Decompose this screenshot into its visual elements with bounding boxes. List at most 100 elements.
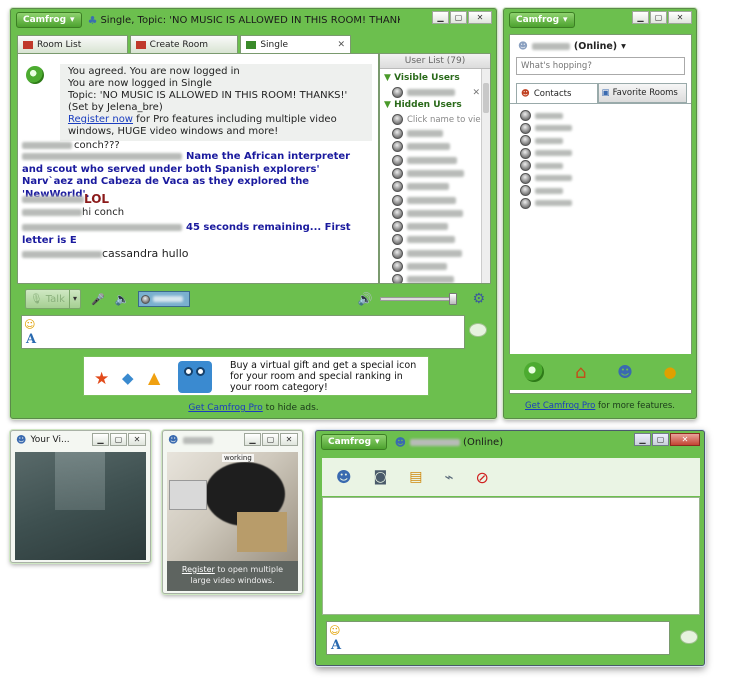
- contact-row[interactable]: [520, 110, 563, 121]
- get-camfrog-pro-link[interactable]: Get Camfrog Pro: [188, 403, 263, 413]
- contact-avatar-icon: [520, 147, 531, 159]
- minimize-button[interactable]: ▁: [92, 433, 109, 446]
- favorite-rooms-icon: ▣: [601, 88, 610, 98]
- tab-favorite-rooms[interactable]: ▣ Favorite Rooms: [597, 83, 687, 103]
- username-blurred: [22, 223, 182, 231]
- volume-slider-thumb[interactable]: [449, 293, 458, 305]
- pm-input-area: ☺ A: [326, 621, 698, 657]
- contact-row[interactable]: [520, 172, 572, 184]
- minimize-button[interactable]: ▁: [244, 433, 261, 446]
- view-webcam-icon[interactable]: ☻: [336, 468, 352, 486]
- maximize-button[interactable]: ▢: [652, 433, 669, 446]
- minimize-button[interactable]: ▁: [632, 11, 649, 24]
- video-feed-button[interactable]: [137, 291, 190, 307]
- minimize-button[interactable]: ▁: [634, 433, 651, 446]
- tab-create-room[interactable]: Create Room: [129, 35, 239, 53]
- settings-gear-icon[interactable]: ⚙: [472, 291, 485, 307]
- close-button[interactable]: ✕: [280, 433, 298, 446]
- visible-users-group[interactable]: ▼ Visible Users: [384, 73, 460, 83]
- talk-dropdown-icon[interactable]: ▾: [69, 290, 80, 308]
- video-overlay-text: working: [222, 454, 254, 462]
- close-button[interactable]: ✕: [668, 11, 692, 24]
- user-row[interactable]: [392, 221, 448, 233]
- promo-banner[interactable]: ★ ◆ ▲ Buy a virtual gift and get a speci…: [83, 356, 429, 396]
- user-row[interactable]: [392, 234, 455, 246]
- status-message-input[interactable]: [516, 57, 685, 75]
- user-row[interactable]: [392, 141, 450, 153]
- contacts-action-bar: ⌂ ☻ ●: [509, 354, 692, 390]
- emoticon-icon[interactable]: ☺: [24, 318, 35, 331]
- close-button[interactable]: ✕: [128, 433, 146, 446]
- close-button[interactable]: ✕: [468, 11, 492, 24]
- username-blurred: [407, 183, 449, 191]
- font-style-icon[interactable]: A: [26, 332, 36, 347]
- contact-card-icon[interactable]: ▤: [409, 469, 422, 485]
- camfrog-menu-button[interactable]: Camfrog ▾: [509, 12, 575, 28]
- send-bubble-icon[interactable]: [680, 630, 698, 644]
- camera-icon[interactable]: ◙: [374, 469, 388, 485]
- register-link[interactable]: Register: [182, 565, 215, 574]
- user-avatar-icon: [392, 128, 403, 139]
- user-row[interactable]: [392, 194, 456, 206]
- user-row[interactable]: [392, 181, 449, 193]
- user-row[interactable]: [392, 274, 454, 283]
- maximize-button[interactable]: ▢: [262, 433, 279, 446]
- contact-row[interactable]: [520, 160, 563, 171]
- room-titlebar[interactable]: Camfrog ▾ ♣ Single, Topic: 'NO MUSIC IS A…: [11, 9, 496, 31]
- user-list-scrollbar[interactable]: [481, 69, 490, 283]
- user-row[interactable]: [392, 154, 457, 166]
- maximize-button[interactable]: ▢: [650, 11, 667, 24]
- attach-file-icon[interactable]: ⌁: [444, 468, 453, 486]
- volume-icon[interactable]: 🔊: [357, 292, 372, 306]
- camfrog-home-icon[interactable]: [524, 362, 545, 382]
- own-video-titlebar[interactable]: ☻ Your Vi... ▁ ▢ ✕: [11, 431, 150, 449]
- pm-message-input[interactable]: [326, 621, 670, 655]
- add-contact-icon[interactable]: ☻: [617, 363, 633, 381]
- user-row[interactable]: [392, 167, 464, 179]
- house-icon[interactable]: ⌂: [575, 362, 586, 383]
- send-bubble-icon[interactable]: [469, 323, 487, 337]
- speaker-icon[interactable]: 🔈: [115, 292, 130, 306]
- contact-row[interactable]: [520, 122, 572, 134]
- font-style-icon[interactable]: A: [331, 638, 341, 653]
- chat-bubble-icon[interactable]: ●: [664, 363, 677, 381]
- hidden-users-group[interactable]: ▼ Hidden Users: [384, 100, 462, 110]
- user-video-titlebar[interactable]: ☻ ▁ ▢ ✕: [163, 431, 302, 449]
- message-input[interactable]: [21, 315, 465, 349]
- user-row[interactable]: [392, 128, 443, 139]
- mic-settings-icon[interactable]: 🎤: [91, 293, 105, 306]
- remove-user-icon[interactable]: ✕: [472, 88, 480, 98]
- tab-room-list[interactable]: Room List: [17, 35, 128, 53]
- user-row[interactable]: [392, 207, 463, 219]
- contact-row[interactable]: [520, 185, 563, 196]
- camfrog-menu-button[interactable]: Camfrog ▾: [16, 12, 82, 28]
- username-blurred: [407, 156, 457, 164]
- tab-contacts[interactable]: ☻ Contacts: [516, 83, 598, 103]
- contact-row[interactable]: [520, 147, 572, 159]
- talk-button[interactable]: 🎙 Talk ▾: [25, 289, 81, 309]
- user-row[interactable]: ✕: [392, 87, 480, 98]
- get-camfrog-pro-link[interactable]: Get Camfrog Pro: [525, 401, 595, 411]
- contacts-titlebar[interactable]: Camfrog ▾ ▁ ▢ ✕: [504, 9, 696, 31]
- scrollbar-thumb[interactable]: [483, 83, 489, 113]
- volume-slider[interactable]: [380, 293, 458, 305]
- user-row[interactable]: [392, 261, 447, 272]
- close-tab-icon[interactable]: ✕: [337, 40, 345, 50]
- tab-single[interactable]: Single ✕: [240, 35, 351, 53]
- user-row[interactable]: [392, 247, 462, 259]
- user-avatar-icon: [392, 221, 403, 233]
- contact-row[interactable]: [520, 135, 563, 146]
- status-dropdown-icon[interactable]: ▾: [621, 41, 626, 52]
- maximize-button[interactable]: ▢: [450, 11, 467, 24]
- username-blurred: [410, 438, 461, 446]
- minimize-button[interactable]: ▁: [432, 11, 449, 24]
- close-button[interactable]: ✕: [670, 433, 700, 446]
- camfrog-menu-button[interactable]: Camfrog ▾: [321, 434, 387, 450]
- block-user-icon[interactable]: ⊘: [476, 468, 489, 487]
- emoticon-icon[interactable]: ☺: [329, 624, 340, 637]
- register-now-link[interactable]: Register now: [68, 114, 133, 125]
- contact-row[interactable]: [520, 197, 572, 209]
- maximize-button[interactable]: ▢: [110, 433, 127, 446]
- pm-titlebar[interactable]: Camfrog ▾ ☻ (Online) ▁ ▢ ✕: [316, 431, 704, 453]
- profile-row[interactable]: ☻ (Online) ▾: [518, 41, 626, 52]
